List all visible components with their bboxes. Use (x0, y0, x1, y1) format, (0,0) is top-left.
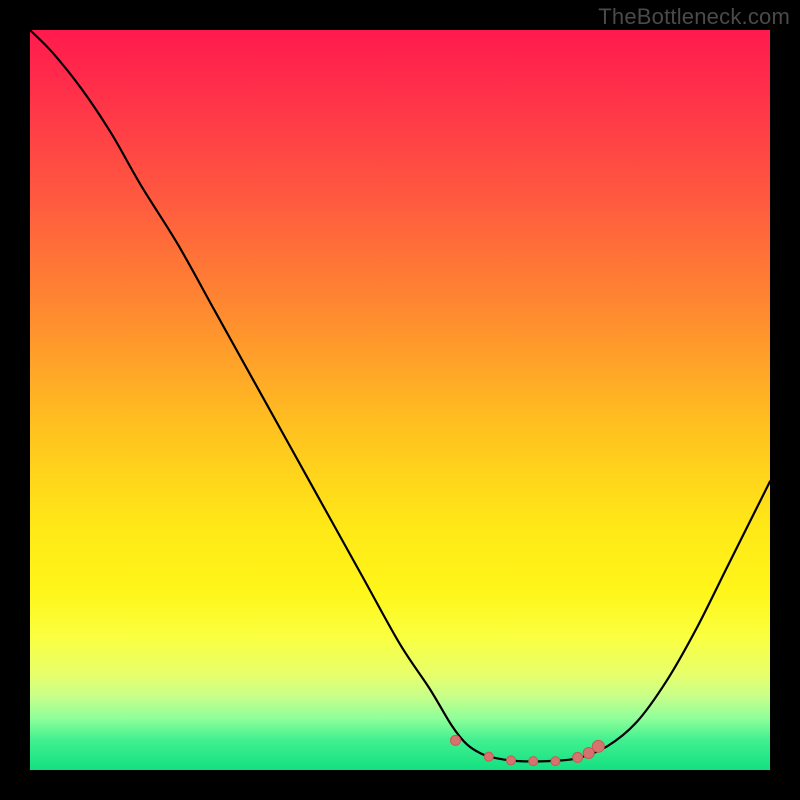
watermark-text: TheBottleneck.com (598, 4, 790, 30)
curve-marker (451, 735, 461, 745)
curve-marker (529, 757, 538, 766)
bottleneck-curve (30, 30, 770, 761)
curve-marker (551, 757, 560, 766)
curve-marker (592, 740, 604, 752)
chart-plot-area (30, 30, 770, 770)
curve-marker (507, 756, 516, 765)
chart-frame: TheBottleneck.com (0, 0, 800, 800)
chart-svg (30, 30, 770, 770)
curve-marker (484, 752, 493, 761)
curve-marker (573, 752, 583, 762)
